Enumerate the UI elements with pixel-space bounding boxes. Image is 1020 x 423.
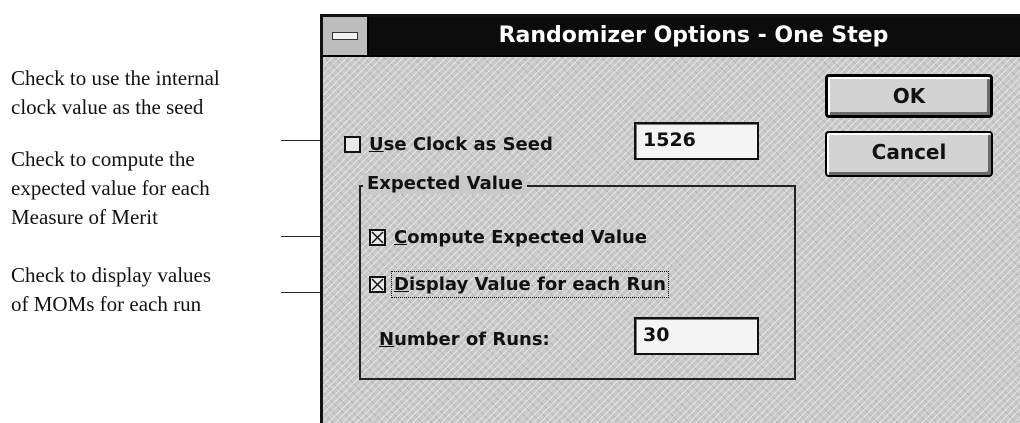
dialog-title: Randomizer Options - One Step: [498, 23, 889, 48]
compute-expected-label[interactable]: Compute Expected Value: [394, 227, 647, 248]
check-x-icon: [371, 231, 384, 244]
randomizer-options-dialog: Randomizer Options - One Step OK Cancel …: [320, 14, 1020, 423]
annotation-use-clock: Check to use the internal clock value as…: [11, 66, 220, 119]
compute-expected-checkbox[interactable]: [369, 229, 386, 246]
title-bar: Randomizer Options - One Step: [323, 17, 1020, 57]
system-menu-button[interactable]: [323, 17, 369, 55]
annotation-compute-expected: Check to compute the expected value for …: [11, 147, 210, 229]
cancel-button[interactable]: Cancel: [825, 131, 993, 177]
number-of-runs-row: Number of Runs:: [379, 329, 550, 350]
seed-input[interactable]: 1526: [634, 122, 759, 160]
ok-button[interactable]: OK: [825, 74, 993, 118]
display-value-checkbox[interactable]: [369, 276, 386, 293]
use-clock-checkbox[interactable]: [344, 136, 361, 153]
number-of-runs-label: Number of Runs:: [379, 329, 550, 350]
use-clock-row: Use Clock as Seed: [344, 134, 553, 155]
annotation-display-values: Check to display values of MOMs for each…: [11, 263, 212, 316]
compute-expected-row: Compute Expected Value: [369, 227, 647, 248]
display-value-label[interactable]: Display Value for each Run: [391, 271, 669, 298]
expected-value-group-title: Expected Value: [363, 173, 527, 194]
use-clock-label[interactable]: Use Clock as Seed: [369, 134, 553, 155]
number-of-runs-input[interactable]: 30: [634, 317, 759, 355]
check-x-icon: [371, 278, 384, 291]
system-menu-icon: [332, 32, 358, 40]
display-value-row: Display Value for each Run: [369, 271, 669, 298]
